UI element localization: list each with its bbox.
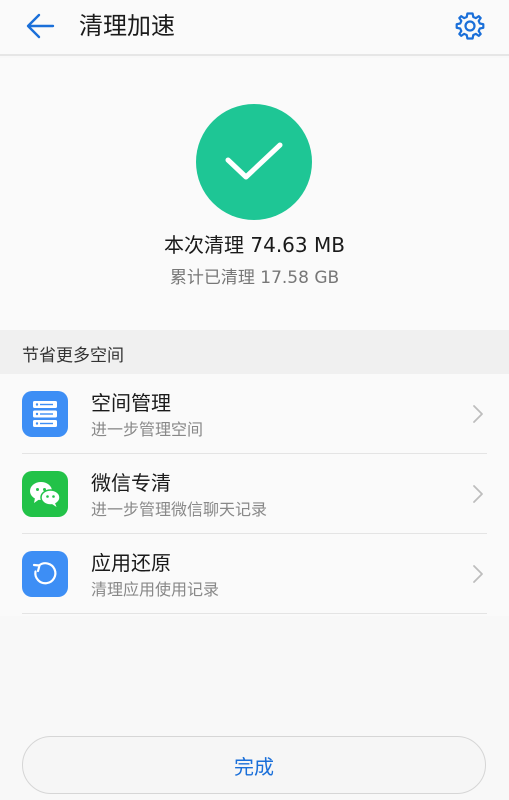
back-button[interactable] bbox=[20, 8, 60, 44]
list-item-wechat-clean[interactable]: 微信专清 进一步管理微信聊天记录 bbox=[0, 454, 509, 534]
list-item-app-restore[interactable]: 应用还原 清理应用使用记录 bbox=[0, 534, 509, 614]
restore-icon bbox=[22, 551, 68, 597]
chevron-right-icon bbox=[473, 405, 483, 423]
storage-icon bbox=[22, 391, 68, 437]
settings-button[interactable] bbox=[452, 8, 488, 44]
item-title: 微信专清 bbox=[91, 471, 171, 495]
item-title: 空间管理 bbox=[91, 391, 171, 415]
success-badge bbox=[196, 104, 312, 220]
page-title: 清理加速 bbox=[79, 12, 175, 40]
gear-icon bbox=[455, 12, 485, 40]
done-button[interactable]: 完成 bbox=[22, 736, 486, 794]
item-title: 应用还原 bbox=[91, 551, 171, 575]
item-subtitle: 清理应用使用记录 bbox=[91, 580, 220, 599]
arrow-left-icon bbox=[26, 13, 55, 39]
options-list: 空间管理 进一步管理空间 微信专清 进一步管理微信聊天记录 应用还原 清理应用使… bbox=[0, 374, 509, 616]
done-button-label: 完成 bbox=[234, 754, 274, 779]
divider bbox=[22, 613, 487, 614]
item-subtitle: 进一步管理微信聊天记录 bbox=[91, 500, 268, 519]
item-subtitle: 进一步管理空间 bbox=[91, 420, 204, 439]
wechat-icon bbox=[22, 471, 68, 517]
app-header: 清理加速 bbox=[0, 0, 509, 56]
check-icon bbox=[225, 142, 283, 180]
chevron-right-icon bbox=[473, 485, 483, 503]
chevron-right-icon bbox=[473, 565, 483, 583]
section-header: 节省更多空间 bbox=[0, 330, 509, 374]
list-item-space-management[interactable]: 空间管理 进一步管理空间 bbox=[0, 374, 509, 454]
clean-summary: 本次清理 74.63 MB 累计已清理 17.58 GB bbox=[0, 58, 509, 330]
cleaned-now-text: 本次清理 74.63 MB bbox=[164, 233, 345, 257]
section-title: 节省更多空间 bbox=[22, 346, 124, 366]
cleaned-total-text: 累计已清理 17.58 GB bbox=[169, 268, 340, 288]
